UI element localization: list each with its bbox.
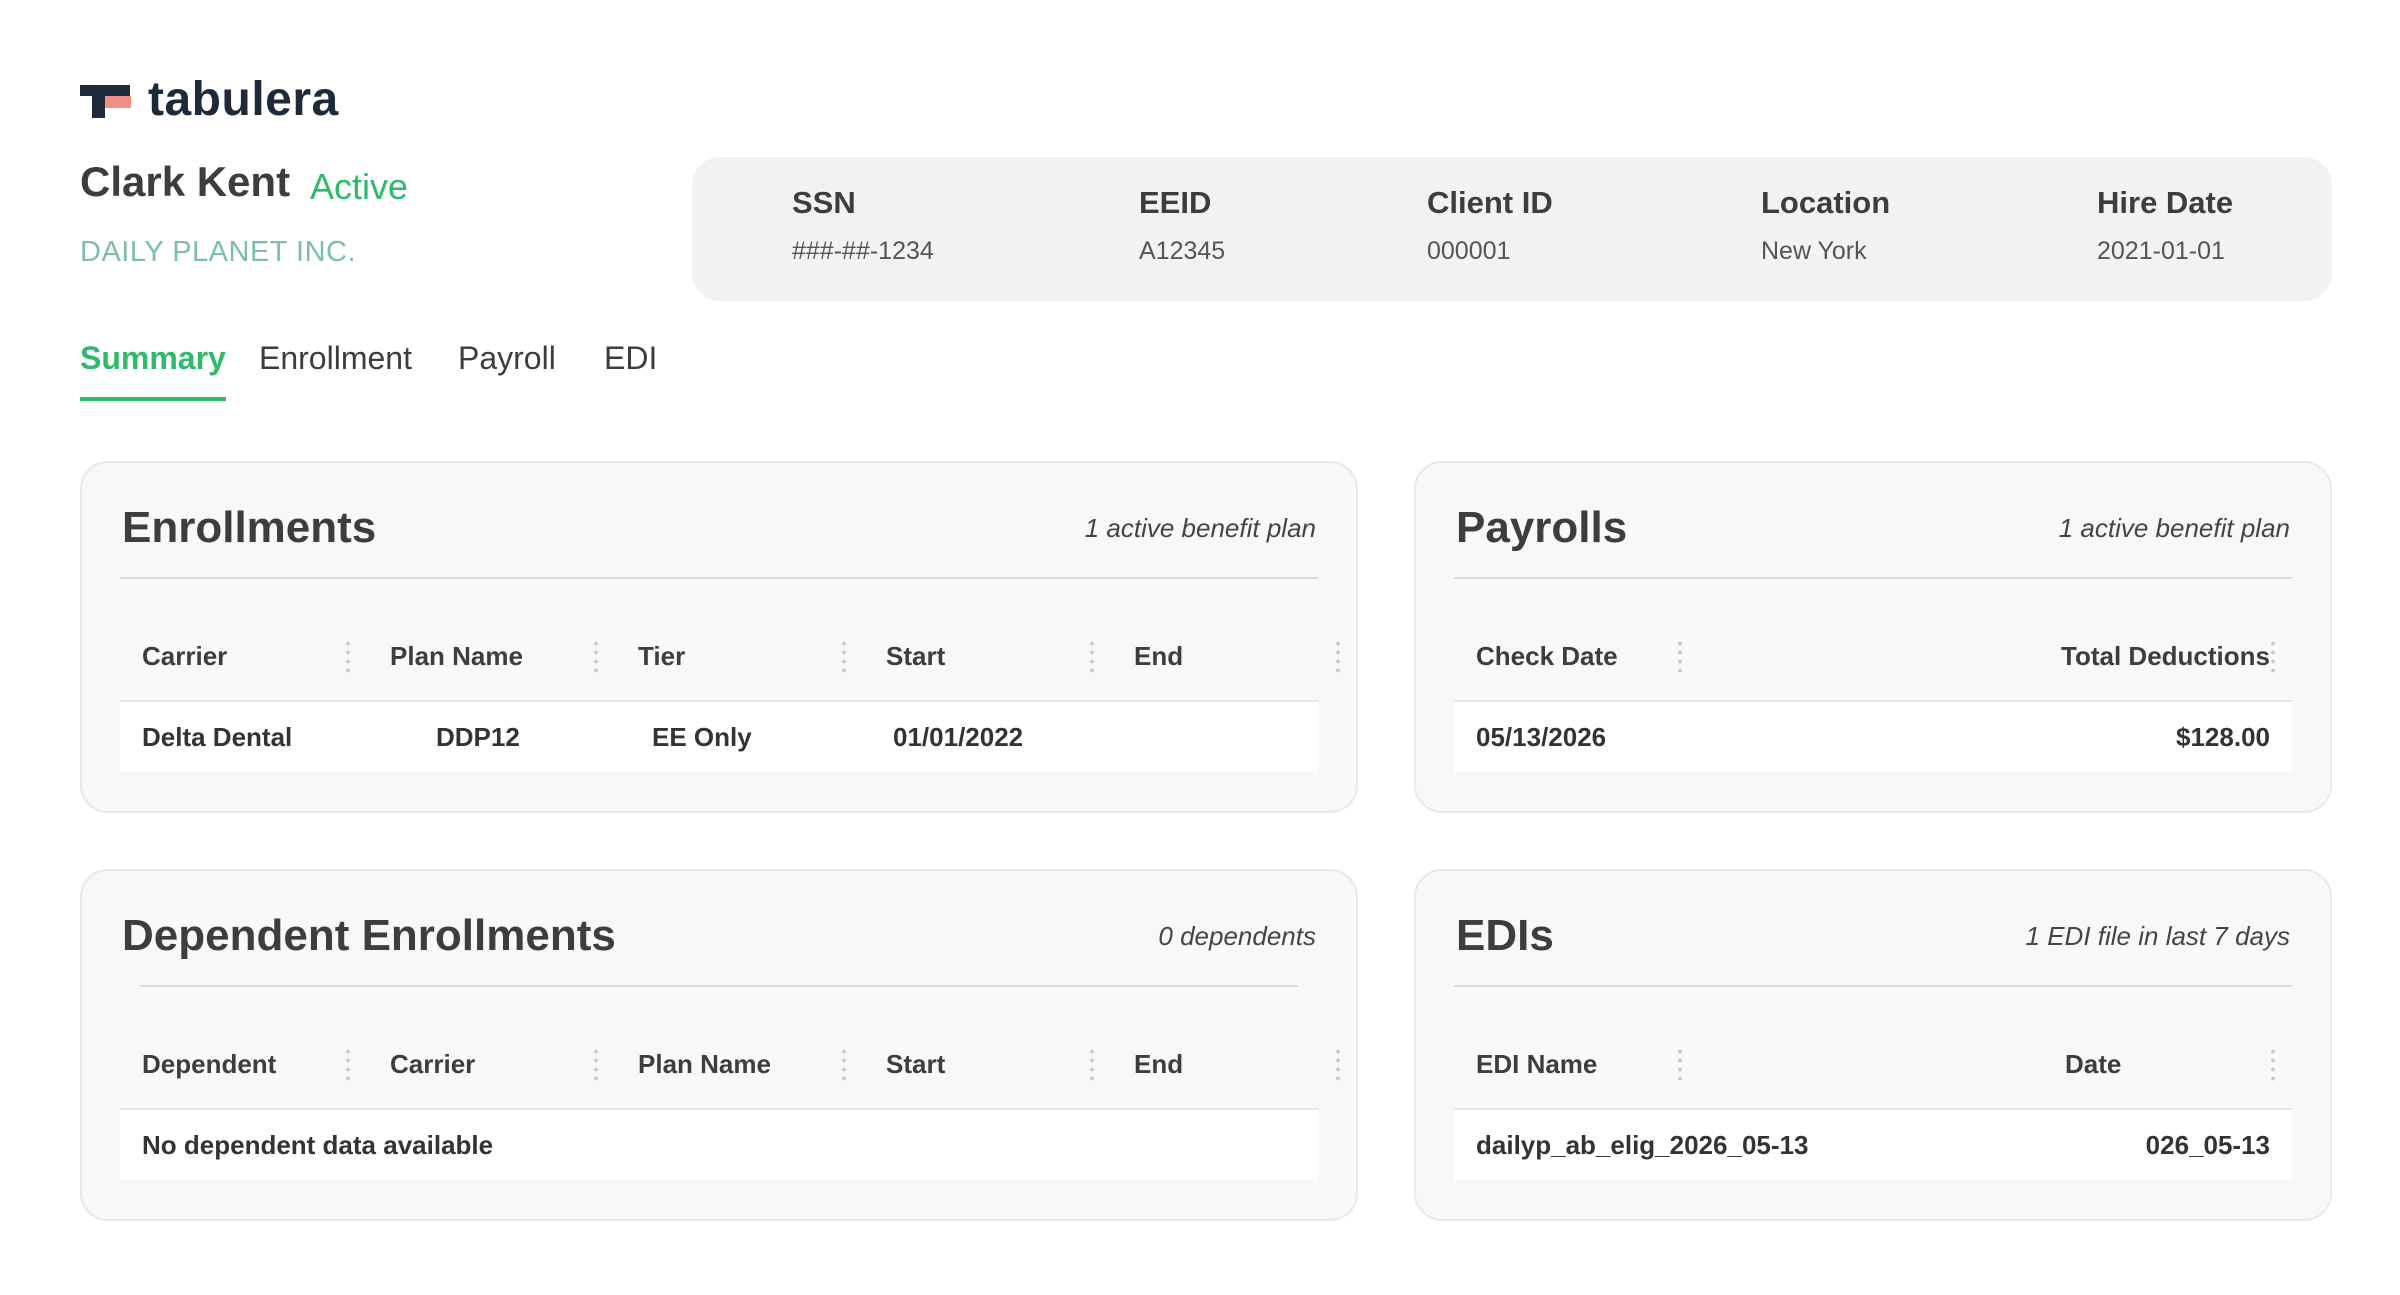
brand-logo[interactable]: tabulera xyxy=(80,72,339,127)
info-ssn-value: ###-##-1234 xyxy=(792,237,934,265)
column-header-plan-name[interactable]: Plan Name xyxy=(390,641,523,672)
edis-title: EDIs xyxy=(1456,911,1554,960)
cell-plan-name: DDP12 xyxy=(436,722,520,752)
column-header-total-deductions[interactable]: Total Deductions xyxy=(2061,641,2270,672)
column-resize-handle[interactable] xyxy=(1678,639,1682,673)
column-header-edi-name[interactable]: EDI Name xyxy=(1476,1049,1597,1080)
cell-total-deductions: $128.00 xyxy=(2176,722,2270,752)
tabulera-logo-icon xyxy=(80,80,132,120)
column-resize-handle[interactable] xyxy=(842,639,846,673)
cell-date: 026_05-13 xyxy=(2145,1130,2270,1160)
column-resize-handle[interactable] xyxy=(2271,639,2275,673)
empty-state-message: No dependent data available xyxy=(142,1130,494,1160)
info-client-id-label: Client ID xyxy=(1427,185,1553,220)
edis-meta: 1 EDI file in last 7 days xyxy=(2025,921,2290,951)
tab-enrollment[interactable]: Enrollment xyxy=(259,340,412,397)
info-hire-date-label: Hire Date xyxy=(2097,185,2234,220)
employee-name: Clark Kent xyxy=(80,158,291,205)
column-header-tier[interactable]: Tier xyxy=(638,641,685,672)
column-header-carrier[interactable]: Carrier xyxy=(390,1049,475,1080)
dependents-title: Dependent Enrollments xyxy=(122,911,616,960)
info-location-value: New York xyxy=(1761,237,1867,265)
column-resize-handle[interactable] xyxy=(1678,1047,1682,1081)
empty-state-row: No dependent data available xyxy=(120,1108,1318,1180)
column-resize-handle[interactable] xyxy=(1090,639,1094,673)
divider xyxy=(1454,577,2292,579)
tab-payroll[interactable]: Payroll xyxy=(458,340,556,397)
cell-tier: EE Only xyxy=(652,722,752,752)
table-row[interactable]: 05/13/2026 $128.00 xyxy=(1454,700,2292,772)
info-ssn-label: SSN xyxy=(792,185,856,220)
dependent-enrollments-card: Dependent Enrollments 0 dependents Depen… xyxy=(80,869,1358,1221)
employee-info-panel: SSN ###-##-1234 EEID A12345 Client ID 00… xyxy=(692,157,2332,301)
column-resize-handle[interactable] xyxy=(842,1047,846,1081)
column-resize-handle[interactable] xyxy=(346,639,350,673)
info-eeid-value: A12345 xyxy=(1139,237,1226,265)
table-row[interactable]: dailyp_ab_elig_2026_05-13 026_05-13 xyxy=(1454,1108,2292,1180)
cell-edi-name[interactable]: dailyp_ab_elig_2026_05-13 xyxy=(1476,1130,1808,1161)
employee-status-badge: Active xyxy=(310,166,409,207)
column-resize-handle[interactable] xyxy=(2271,1047,2275,1081)
info-eeid: EEID A12345 xyxy=(1139,185,1225,266)
column-header-check-date[interactable]: Check Date xyxy=(1476,641,1618,672)
tab-edi[interactable]: EDI xyxy=(604,340,657,397)
page: tabulera Clark Kent Active DAILY PLANET … xyxy=(0,0,2400,1295)
info-location-label: Location xyxy=(1761,185,1891,220)
column-header-date[interactable]: Date xyxy=(2065,1049,2121,1080)
cell-check-date: 05/13/2026 xyxy=(1476,722,1607,752)
dependents-meta: 0 dependents xyxy=(1158,921,1316,951)
info-client-id-value: 000001 xyxy=(1427,237,1511,265)
cell-start: 01/01/2022 xyxy=(893,722,1024,752)
employee-company: DAILY PLANET INC. xyxy=(80,236,357,268)
payrolls-meta: 1 active benefit plan xyxy=(2058,513,2290,543)
column-header-end[interactable]: End xyxy=(1134,1049,1183,1080)
enrollments-card: Enrollments 1 active benefit plan Carrie… xyxy=(80,461,1358,813)
column-resize-handle[interactable] xyxy=(346,1047,350,1081)
column-header-plan-name[interactable]: Plan Name xyxy=(638,1049,771,1080)
column-header-carrier[interactable]: Carrier xyxy=(142,641,227,672)
payrolls-card: Payrolls 1 active benefit plan Check Dat… xyxy=(1414,461,2332,813)
tab-summary[interactable]: Summary xyxy=(80,340,226,401)
column-header-dependent[interactable]: Dependent xyxy=(142,1049,276,1080)
column-header-end[interactable]: End xyxy=(1134,641,1183,672)
cell-carrier: Delta Dental xyxy=(142,722,293,752)
enrollments-meta: 1 active benefit plan xyxy=(1084,513,1316,543)
enrollments-title: Enrollments xyxy=(122,503,377,552)
info-ssn: SSN ###-##-1234 xyxy=(792,185,934,266)
divider xyxy=(120,577,1318,579)
edis-card: EDIs 1 EDI file in last 7 days EDI Name … xyxy=(1414,869,2332,1221)
info-hire-date-value: 2021-01-01 xyxy=(2097,237,2225,265)
info-hire-date: Hire Date 2021-01-01 xyxy=(2097,185,2233,266)
column-resize-handle[interactable] xyxy=(594,1047,598,1081)
column-header-start[interactable]: Start xyxy=(886,641,945,672)
column-resize-handle[interactable] xyxy=(1090,1047,1094,1081)
column-resize-handle[interactable] xyxy=(594,639,598,673)
info-client-id: Client ID 000001 xyxy=(1427,185,1553,266)
table-row[interactable]: Delta Dental DDP12 EE Only 01/01/2022 xyxy=(120,700,1318,772)
divider xyxy=(140,985,1298,987)
column-resize-handle[interactable] xyxy=(1336,639,1340,673)
info-eeid-label: EEID xyxy=(1139,185,1212,220)
info-location: Location New York xyxy=(1761,185,1890,266)
brand-name: tabulera xyxy=(148,73,339,126)
divider xyxy=(1454,985,2292,987)
column-header-start[interactable]: Start xyxy=(886,1049,945,1080)
column-resize-handle[interactable] xyxy=(1336,1047,1340,1081)
payrolls-title: Payrolls xyxy=(1456,503,1628,552)
